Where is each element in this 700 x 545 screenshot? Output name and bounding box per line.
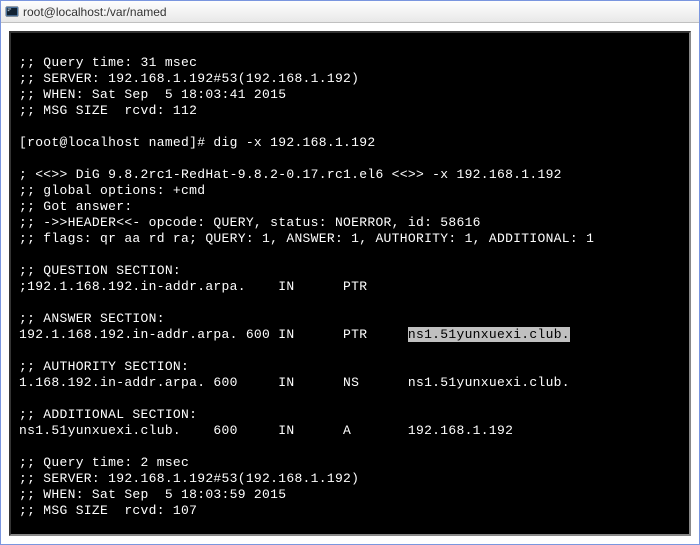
terminal-line: 1.168.192.in-addr.arpa. 600 IN NS ns1.51… (19, 375, 681, 391)
window-titlebar[interactable]: root@localhost:/var/named (1, 1, 699, 23)
terminal-line: ;; Got answer: (19, 199, 681, 215)
terminal-line: ;; ANSWER SECTION: (19, 311, 681, 327)
terminal-line: ;; ->>HEADER<<- opcode: QUERY, status: N… (19, 215, 681, 231)
terminal-line: ;; QUESTION SECTION: (19, 263, 681, 279)
terminal-line: ;; ADDITIONAL SECTION: (19, 407, 681, 423)
window-title: root@localhost:/var/named (23, 5, 167, 19)
terminal-line: ns1.51yunxuexi.club. 600 IN A 192.168.1.… (19, 423, 681, 439)
terminal-line: ;; SERVER: 192.168.1.192#53(192.168.1.19… (19, 71, 681, 87)
terminal-window: root@localhost:/var/named ;; Query time:… (0, 0, 700, 545)
terminal-line: ;; WHEN: Sat Sep 5 18:03:41 2015 (19, 87, 681, 103)
terminal-prompt[interactable]: [root@localhost named]# (19, 535, 681, 536)
terminal-line (19, 247, 681, 263)
terminal-line: ;192.1.168.192.in-addr.arpa. IN PTR (19, 279, 681, 295)
terminal-line: ;; Query time: 2 msec (19, 455, 681, 471)
terminal-line: ; <<>> DiG 9.8.2rc1-RedHat-9.8.2-0.17.rc… (19, 167, 681, 183)
terminal-line (19, 439, 681, 455)
terminal-line (19, 519, 681, 535)
terminal-line: [root@localhost named]# dig -x 192.168.1… (19, 135, 681, 151)
terminal-line (19, 119, 681, 135)
terminal-line: ;; global options: +cmd (19, 183, 681, 199)
terminal-output[interactable]: ;; Query time: 31 msec;; SERVER: 192.168… (9, 31, 691, 536)
terminal-line (19, 391, 681, 407)
terminal-line (19, 343, 681, 359)
terminal-line: ;; MSG SIZE rcvd: 107 (19, 503, 681, 519)
terminal-line: ;; flags: qr aa rd ra; QUERY: 1, ANSWER:… (19, 231, 681, 247)
terminal-line: ;; SERVER: 192.168.1.192#53(192.168.1.19… (19, 471, 681, 487)
terminal-icon (5, 5, 19, 19)
terminal-line: ;; AUTHORITY SECTION: (19, 359, 681, 375)
selected-text: ns1.51yunxuexi.club. (408, 327, 570, 342)
terminal-line: ;; WHEN: Sat Sep 5 18:03:59 2015 (19, 487, 681, 503)
terminal-line (19, 295, 681, 311)
terminal-line: ;; MSG SIZE rcvd: 112 (19, 103, 681, 119)
terminal-line: ;; Query time: 31 msec (19, 55, 681, 71)
terminal-line (19, 39, 681, 55)
terminal-line: 192.1.168.192.in-addr.arpa. 600 IN PTR n… (19, 327, 681, 343)
terminal-line (19, 151, 681, 167)
